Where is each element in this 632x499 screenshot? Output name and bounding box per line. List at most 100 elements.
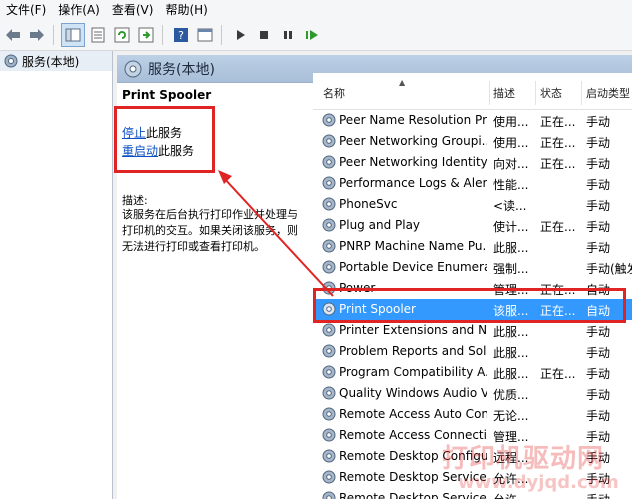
show-tree-icon[interactable] [61,23,85,47]
table-row[interactable]: Peer Name Resolution Pr... 使用... 正在... 手动 [313,110,632,131]
cell-name: Printer Extensions and N... [339,323,487,337]
console-tree: 服务(本地) [0,51,113,499]
cell-description: 性能... [493,178,529,192]
column-header-description[interactable]: 描述 [493,85,515,101]
cell-description: 向对... [493,157,529,171]
toolbar-divider [221,25,222,45]
column-header-startup-type[interactable]: 启动类型 [586,85,630,101]
table-row[interactable]: Peer Networking Groupi... 使用... 正在... 手动 [313,131,632,152]
cell-name: Quality Windows Audio V... [339,386,487,400]
svg-text:?: ? [178,29,184,42]
watermark-title: 打印机驱动网 [442,444,605,474]
watermark-url: www.dyjqd.com [458,472,619,493]
menu-action[interactable]: 操作(A) [52,0,106,20]
column-divider[interactable] [535,81,536,105]
cell-startup-type: 手动 [586,367,611,381]
forward-arrow-icon[interactable] [26,24,48,46]
cell-status: 正在... [540,115,576,129]
tree-item-label: 服务(本地) [22,54,80,69]
column-divider[interactable] [489,81,490,105]
gear-icon [322,428,336,442]
table-row[interactable]: Remote Access Auto Con... 无论... 手动 [313,404,632,425]
cell-name: Peer Networking Identity... [339,155,487,169]
cell-description: 此服... [493,241,529,255]
gear-icon [322,260,336,274]
gear-icon [124,60,142,77]
gear-icon [4,54,18,68]
column-header-status[interactable]: 状态 [540,85,562,101]
table-row[interactable]: Printer Extensions and N... 此服... 手动 [313,320,632,341]
menu-bar: 文件(F) 操作(A) 查看(V) 帮助(H) [0,0,632,20]
cell-startup-type: 手动 [586,115,611,129]
services-list: ▲ 名称 描述 状态 启动类型 Peer Name Resolution Pr.… [313,73,632,499]
cell-startup-type: 手动 [586,388,611,402]
back-arrow-icon[interactable] [2,24,24,46]
cell-startup-type: 手动 [586,346,611,360]
gear-icon [322,407,336,421]
gear-icon [322,113,336,127]
cell-status: 正在... [540,367,576,381]
table-row[interactable]: Peer Networking Identity... 向对... 正在... 手动 [313,152,632,173]
tree-item-services-local[interactable]: 服务(本地) [0,51,112,71]
table-row[interactable]: Performance Logs & Aler... 性能... 手动 [313,173,632,194]
cell-startup-type: 手动 [586,220,611,234]
table-row[interactable]: Problem Reports and Sol... 此服... 手动 [313,341,632,362]
cell-name: Plug and Play [339,218,421,232]
cell-name: Portable Device Enumera... [339,260,487,274]
gear-icon [322,491,336,499]
toolbar-divider [162,25,163,45]
pane-title: 服务(本地) [148,61,215,78]
cell-name: Remote Access Auto Con... [339,407,487,421]
table-row[interactable]: Plug and Play 使计... 正在... 手动 [313,215,632,236]
cell-startup-type: 手动 [586,241,611,255]
cell-status: 正在... [540,136,576,150]
cell-description: 此服... [493,325,529,339]
cell-startup-type: 手动 [586,136,611,150]
cell-description: 使用... [493,136,529,150]
cell-startup-type: 手动 [586,409,611,423]
gear-icon [322,470,336,484]
actions-highlight-box [114,106,215,173]
stop-icon[interactable] [253,24,275,46]
cell-description: 此服... [493,346,529,360]
cell-status: 正在... [540,157,576,171]
table-row[interactable]: Quality Windows Audio V... 优质... 手动 [313,383,632,404]
menu-help[interactable]: 帮助(H) [159,0,213,20]
menu-view[interactable]: 查看(V) [106,0,160,20]
table-row[interactable]: PNRP Machine Name Pu... 此服... 手动 [313,236,632,257]
gear-icon [322,134,336,148]
start-icon[interactable] [229,24,251,46]
cell-description: 此服... [493,367,529,381]
sort-ascending-icon: ▲ [399,78,406,87]
gear-icon [322,323,336,337]
pause-icon[interactable] [277,24,299,46]
restart-icon[interactable] [301,24,323,46]
cell-name: Program Compatibility A... [339,365,487,379]
column-header-name[interactable]: 名称 [323,85,345,101]
gear-icon [322,344,336,358]
help-icon[interactable]: ? [170,24,192,46]
table-row[interactable]: PhoneSvc <读... 手动 [313,194,632,215]
properties-icon[interactable] [87,24,109,46]
refresh-icon[interactable] [111,24,133,46]
cell-name: PNRP Machine Name Pu... [339,239,487,253]
cell-description: 使计... [493,220,529,234]
table-row[interactable]: Portable Device Enumera... 强制... 手动(触发 [313,257,632,278]
cell-status: 正在... [540,220,576,234]
cell-startup-type: 手动 [586,325,611,339]
cell-startup-type: 手动(触发 [586,262,632,276]
export-icon[interactable] [135,24,157,46]
gear-icon [322,197,336,211]
table-row[interactable]: Program Compatibility A... 此服... 正在... 手动 [313,362,632,383]
gear-icon [322,386,336,400]
gear-icon [322,449,336,463]
console-icon[interactable] [194,24,216,46]
toolbar: ? [0,20,632,51]
selected-service-name: Print Spooler [122,88,212,102]
description-text: 该服务在后台执行打印作业并处理与打印机的交互。如果关闭该服务，则无法进行打印或查… [122,208,298,253]
column-divider[interactable] [581,81,582,105]
menu-file[interactable]: 文件(F) [0,0,52,20]
cell-description: <读... [493,199,527,213]
list-header: ▲ 名称 描述 状态 启动类型 [313,73,632,110]
cell-name: Performance Logs & Aler... [339,176,487,190]
